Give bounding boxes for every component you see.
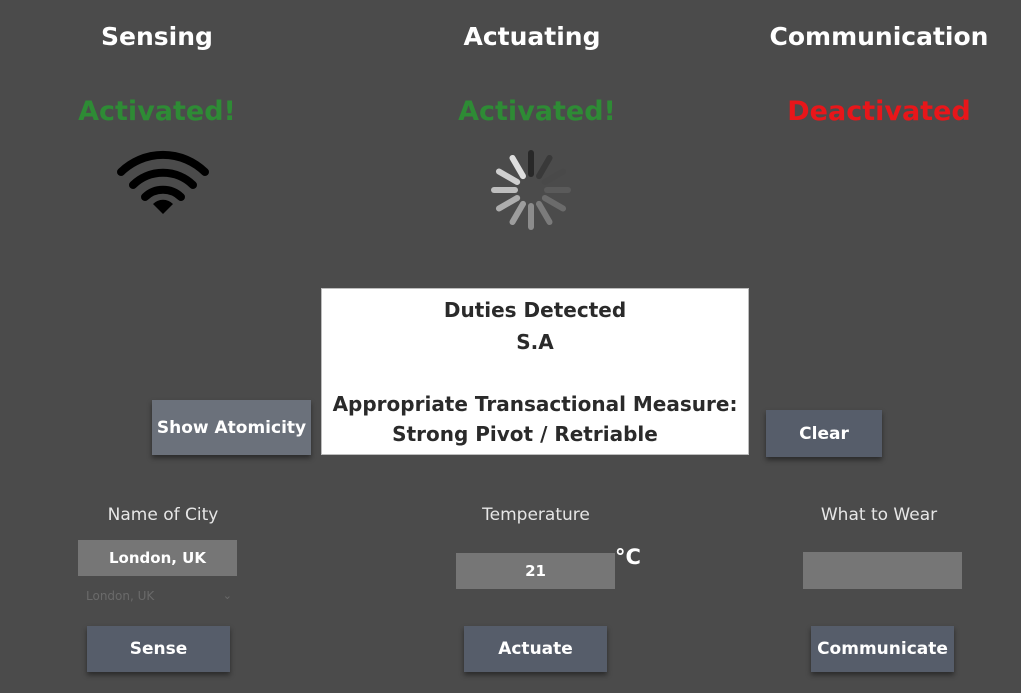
show-atomicity-button[interactable]: Show Atomicity	[152, 400, 311, 455]
chevron-down-icon: ⌄	[222, 589, 232, 602]
spinner-spoke	[495, 168, 521, 185]
spinner-spoke	[541, 195, 567, 212]
city-input[interactable]	[78, 540, 237, 576]
wear-label: What to Wear	[820, 505, 938, 525]
wear-input[interactable]	[803, 552, 962, 589]
measure-value: Strong Pivot / Retriable	[392, 422, 658, 446]
communication-status: Deactivated	[787, 96, 971, 127]
actuating-title: Actuating	[463, 22, 601, 51]
temperature-unit: °C	[615, 545, 641, 569]
communicate-button[interactable]: Communicate	[811, 626, 954, 672]
loading-spinner-icon	[491, 150, 571, 230]
spinner-spoke	[536, 154, 553, 180]
sense-button[interactable]: Sense	[87, 626, 230, 672]
communication-title: Communication	[769, 22, 989, 51]
dialog-title: Duties Detected	[443, 298, 627, 322]
sensing-title: Sensing	[101, 22, 213, 51]
spinner-spoke	[509, 200, 526, 226]
spinner-spoke	[509, 154, 526, 180]
duties-value: S.A	[516, 330, 554, 354]
spinner-spoke	[541, 168, 567, 185]
temperature-input[interactable]	[456, 553, 615, 589]
spinner-spoke	[536, 200, 553, 226]
measure-label: Appropriate Transactional Measure:	[332, 392, 738, 416]
clear-button[interactable]: Clear	[766, 410, 882, 457]
city-label: Name of City	[107, 505, 219, 525]
spinner-spoke	[495, 195, 521, 212]
city-dropdown[interactable]: London, UK ⌄	[86, 586, 236, 606]
sensing-status: Activated!	[78, 96, 236, 127]
temperature-label: Temperature	[482, 505, 590, 525]
wifi-icon	[117, 150, 209, 214]
actuate-button[interactable]: Actuate	[464, 626, 607, 672]
city-dropdown-value: London, UK	[86, 589, 155, 603]
actuating-status: Activated!	[458, 96, 616, 127]
duties-dialog: Duties Detected S.A Appropriate Transact…	[321, 288, 749, 455]
